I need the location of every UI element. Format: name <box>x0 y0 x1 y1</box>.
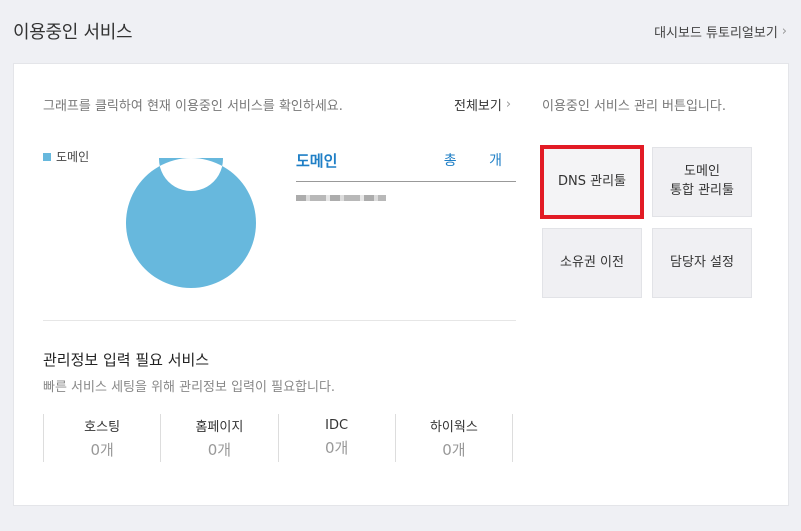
stat-label: IDC <box>325 418 349 433</box>
stat-value: 0개 <box>90 441 114 459</box>
domain-manager-button[interactable]: 도메인 통합 관리툴 <box>652 147 752 217</box>
stat-value: 0개 <box>442 441 466 459</box>
ownership-transfer-button[interactable]: 소유권 이전 <box>542 228 642 298</box>
legend-label: 도메인 <box>56 150 90 164</box>
contact-settings-button[interactable]: 담당자 설정 <box>652 228 752 298</box>
donut-chart[interactable] <box>126 158 256 288</box>
view-all-link[interactable]: 전체보기 › <box>454 95 511 114</box>
stat-hiworks[interactable]: 하이웍스 0개 <box>394 414 513 462</box>
divider <box>43 320 516 321</box>
services-card: 그래프를 클릭하여 현재 이용중인 서비스를 확인하세요. 전체보기 › 이용중… <box>13 63 789 506</box>
domain-total: 총 개 <box>443 153 516 169</box>
buttons-description: 이용중인 서비스 관리 버튼입니다. <box>542 99 726 114</box>
view-all-label: 전체보기 <box>454 99 502 114</box>
page-title: 이용중인 서비스 <box>13 22 133 43</box>
ownership-transfer-label: 소유권 이전 <box>560 254 624 270</box>
stat-hosting[interactable]: 호스팅 0개 <box>43 414 160 462</box>
legend-swatch <box>43 152 51 161</box>
stat-value: 0개 <box>324 439 349 457</box>
contact-settings-label: 담당자 설정 <box>670 254 734 270</box>
required-section-title: 관리정보 입력 필요 서비스 <box>43 351 210 369</box>
stat-value: 0개 <box>207 441 232 459</box>
chevron-right-icon: › <box>505 97 512 112</box>
dns-manager-label: DNS 관리툴 <box>558 173 626 189</box>
chevron-right-icon: › <box>781 24 787 39</box>
redacted-domain-entry[interactable] <box>296 195 386 201</box>
domain-title: 도메인 <box>296 152 338 170</box>
required-stats: 호스팅 0개 홈페이지 0개 IDC 0개 하이웍스 0개 <box>43 414 513 462</box>
stat-label: 하이웍스 <box>429 420 478 435</box>
tutorial-link-label: 대시보드 튜토리얼보기 <box>654 26 778 41</box>
chart-legend: 도메인 <box>43 148 89 165</box>
donut-slice-0[interactable] <box>126 158 256 288</box>
dns-manager-button[interactable]: DNS 관리툴 <box>540 145 644 219</box>
tutorial-link[interactable]: 대시보드 튜토리얼보기 › <box>654 22 787 41</box>
stat-idc[interactable]: IDC 0개 <box>277 414 395 462</box>
stat-homepage[interactable]: 홈페이지 0개 <box>160 414 277 462</box>
required-section-description: 빠른 서비스 세팅을 위해 관리정보 입력이 필요합니다. <box>43 380 336 395</box>
graph-description: 그래프를 클릭하여 현재 이용중인 서비스를 확인하세요. <box>43 99 343 114</box>
domain-summary-header: 도메인 총 개 <box>296 150 516 182</box>
stat-label: 호스팅 <box>84 420 121 435</box>
domain-manager-label: 도메인 통합 관리툴 <box>670 164 734 198</box>
stat-label: 홈페이지 <box>195 420 244 435</box>
